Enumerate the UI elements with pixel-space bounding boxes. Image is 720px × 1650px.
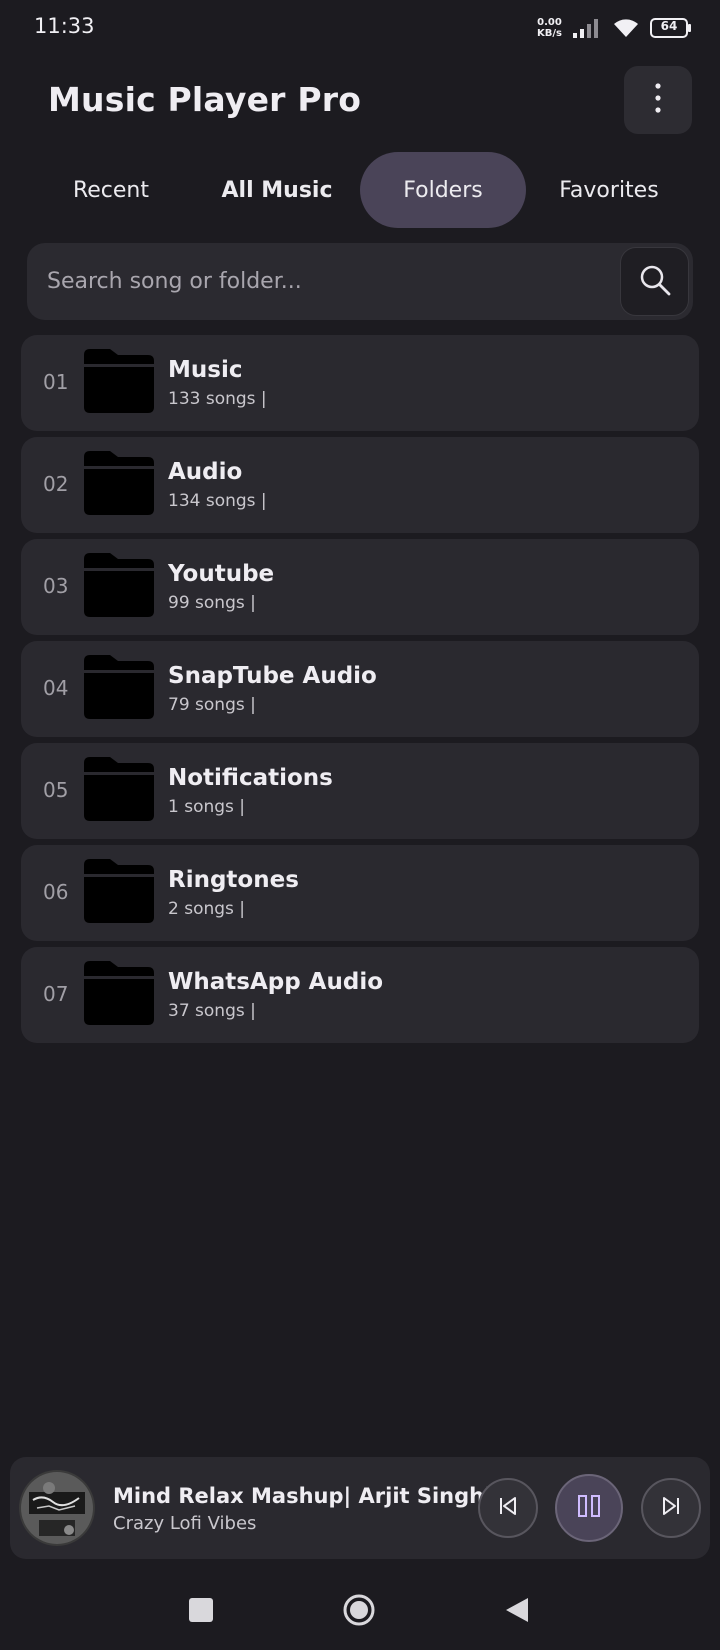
folder-song-count: 134 songs | xyxy=(168,491,267,511)
folder-icon xyxy=(84,655,154,723)
skip-next-icon xyxy=(660,1496,682,1520)
status-bar: 11:33 0.00 KB/s 64 xyxy=(0,0,720,56)
skip-previous-icon xyxy=(497,1496,519,1520)
folder-number: 05 xyxy=(43,778,69,802)
network-speed: 0.00 KB/s xyxy=(537,17,562,39)
folder-song-count: 133 songs | xyxy=(168,389,267,409)
circle-icon xyxy=(342,1593,376,1631)
folder-name: WhatsApp Audio xyxy=(168,969,384,995)
folder-number: 06 xyxy=(43,880,69,904)
network-speed-unit: KB/s xyxy=(537,28,562,39)
track-title: Mind Relax Mashup| Arjit Singh| Lofi... xyxy=(113,1484,489,1508)
folder-item[interactable]: 06 Ringtones 2 songs | xyxy=(21,845,699,941)
folder-icon xyxy=(84,553,154,621)
folder-item[interactable]: 02 Audio 134 songs | xyxy=(21,437,699,533)
folder-song-count: 1 songs | xyxy=(168,797,246,817)
status-icons: 0.00 KB/s 64 xyxy=(537,14,692,42)
next-button[interactable] xyxy=(641,1478,701,1538)
album-art xyxy=(19,1470,95,1546)
search-input[interactable] xyxy=(47,243,607,320)
folder-song-count: 37 songs | xyxy=(168,1001,256,1021)
folder-item[interactable]: 04 SnapTube Audio 79 songs | xyxy=(21,641,699,737)
folder-icon xyxy=(84,451,154,519)
back-button[interactable] xyxy=(492,1587,542,1637)
tab-all-music[interactable]: All Music xyxy=(194,152,360,228)
network-speed-value: 0.00 xyxy=(537,17,562,28)
folder-song-count: 2 songs | xyxy=(168,899,246,919)
previous-button[interactable] xyxy=(478,1478,538,1538)
folder-number: 01 xyxy=(43,370,69,394)
pause-button[interactable] xyxy=(555,1474,623,1542)
tab-recent[interactable]: Recent xyxy=(28,152,194,228)
overflow-menu-button[interactable] xyxy=(624,66,692,134)
folder-icon xyxy=(84,961,154,1029)
track-artist: Crazy Lofi Vibes xyxy=(113,1513,257,1534)
battery-icon: 64 xyxy=(650,18,692,38)
square-icon xyxy=(188,1597,214,1627)
battery-level: 64 xyxy=(660,19,678,33)
home-button[interactable] xyxy=(334,1587,384,1637)
folder-icon xyxy=(84,349,154,417)
folder-name: SnapTube Audio xyxy=(168,663,377,689)
folder-item[interactable]: 03 Youtube 99 songs | xyxy=(21,539,699,635)
search-button[interactable] xyxy=(620,247,689,316)
folder-item[interactable]: 07 WhatsApp Audio 37 songs | xyxy=(21,947,699,1043)
folder-song-count: 99 songs | xyxy=(168,593,256,613)
folder-name: Youtube xyxy=(168,561,275,587)
tab-favorites[interactable]: Favorites xyxy=(526,152,692,228)
folder-icon xyxy=(84,859,154,927)
folder-song-count: 79 songs | xyxy=(168,695,256,715)
pause-icon xyxy=(577,1494,601,1522)
search-bar xyxy=(27,243,693,320)
back-triangle-icon xyxy=(504,1596,530,1628)
folder-number: 02 xyxy=(43,472,69,496)
tab-bar: Recent All Music Folders Favorites xyxy=(28,152,692,228)
tab-folders[interactable]: Folders xyxy=(360,152,526,228)
folder-number: 03 xyxy=(43,574,69,598)
folder-number: 04 xyxy=(43,676,69,700)
folder-name: Ringtones xyxy=(168,867,299,893)
search-icon xyxy=(638,263,672,301)
folder-number: 07 xyxy=(43,982,69,1006)
folder-list: 01 Music 133 songs | 02 Audio 134 songs … xyxy=(21,335,699,1049)
folder-icon xyxy=(84,757,154,825)
wifi-icon xyxy=(612,17,640,39)
folder-name: Music xyxy=(168,357,243,383)
folder-name: Audio xyxy=(168,459,243,485)
folder-name: Notifications xyxy=(168,765,333,791)
status-time: 11:33 xyxy=(34,14,95,38)
more-vertical-icon xyxy=(654,82,662,118)
system-nav-bar xyxy=(0,1575,720,1650)
mini-player[interactable]: Mind Relax Mashup| Arjit Singh| Lofi... … xyxy=(10,1457,710,1559)
recents-button[interactable] xyxy=(176,1587,226,1637)
app-title: Music Player Pro xyxy=(48,80,362,119)
folder-item[interactable]: 05 Notifications 1 songs | xyxy=(21,743,699,839)
folder-item[interactable]: 01 Music 133 songs | xyxy=(21,335,699,431)
cell-signal-icon xyxy=(572,17,602,39)
